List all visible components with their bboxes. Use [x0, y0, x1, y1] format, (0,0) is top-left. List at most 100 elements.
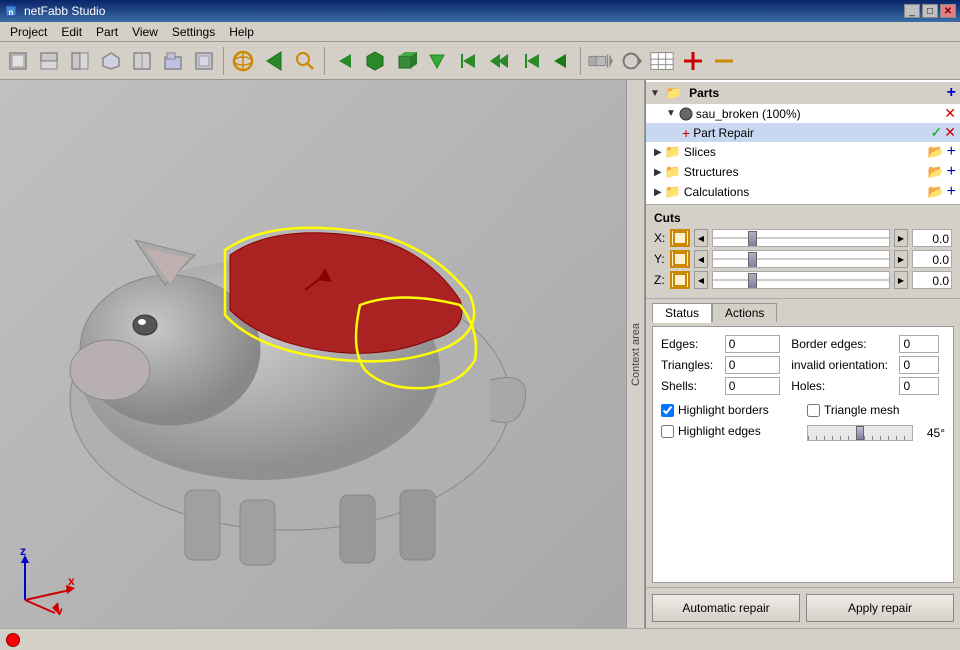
- viewport[interactable]: z y x Context area: [0, 80, 645, 628]
- nav-cube-button[interactable]: [392, 47, 420, 75]
- highlight-edges-checkbox[interactable]: [661, 425, 674, 438]
- cut-z-slider[interactable]: [712, 271, 890, 289]
- statusbar: [0, 628, 960, 650]
- calculations-open-icon[interactable]: 📂: [927, 184, 943, 200]
- nav-arrow-left3-button[interactable]: [485, 47, 513, 75]
- view-front-button[interactable]: [4, 47, 32, 75]
- sphere-button[interactable]: [229, 47, 257, 75]
- nav-hexagon-button[interactable]: [361, 47, 389, 75]
- menu-part[interactable]: Part: [90, 24, 124, 40]
- menu-settings[interactable]: Settings: [166, 24, 221, 40]
- highlight-borders-label[interactable]: Highlight borders: [678, 403, 769, 417]
- triangle-mesh-checkbox[interactable]: [807, 404, 820, 417]
- minimize-button[interactable]: _: [904, 4, 920, 18]
- cut-z-handle[interactable]: [748, 273, 757, 289]
- add-button[interactable]: [679, 47, 707, 75]
- triangle-left-button[interactable]: [260, 47, 288, 75]
- calculations-expand[interactable]: ▶: [654, 187, 662, 198]
- highlight-edges-label[interactable]: Highlight edges: [678, 424, 761, 438]
- nav-arrow-down-button[interactable]: [423, 47, 451, 75]
- parts-expand[interactable]: ▼: [650, 88, 660, 99]
- cuts-section: Cuts X: ◀ ▶ 0.0 Y:: [646, 205, 960, 299]
- cut-y-right-arrow[interactable]: ▶: [894, 250, 908, 268]
- cut-x-button[interactable]: [670, 229, 690, 247]
- shells-value[interactable]: [725, 377, 780, 395]
- triangles-label: Triangles:: [661, 358, 719, 372]
- slices-open-icon[interactable]: 📂: [927, 144, 943, 160]
- parts-add-icon[interactable]: +: [947, 84, 956, 102]
- border-edges-value[interactable]: [899, 335, 939, 353]
- view-bottom-button[interactable]: [190, 47, 218, 75]
- cut-y-handle[interactable]: [748, 252, 757, 268]
- nav-arrow-left5-button[interactable]: [547, 47, 575, 75]
- angle-slider[interactable]: [807, 425, 913, 441]
- view-side-button[interactable]: [66, 47, 94, 75]
- menu-view[interactable]: View: [126, 24, 164, 40]
- holes-value[interactable]: [899, 377, 939, 395]
- menu-project[interactable]: Project: [4, 24, 53, 40]
- repair-remove-icon[interactable]: ✕: [944, 124, 956, 141]
- view-left-button[interactable]: [128, 47, 156, 75]
- slices-item[interactable]: ▶ 📁 Slices 📂 +: [646, 142, 960, 162]
- tab-status[interactable]: Status: [652, 303, 712, 323]
- view-top-button[interactable]: [35, 47, 63, 75]
- apply-repair-button[interactable]: Apply repair: [806, 594, 954, 622]
- svg-text:n: n: [9, 8, 14, 17]
- tab-actions[interactable]: Actions: [712, 303, 777, 322]
- holes-label: Holes:: [791, 379, 893, 393]
- part-repair-item[interactable]: + Part Repair ✓ ✕: [646, 123, 960, 142]
- window-controls: _ □ ✕: [904, 4, 956, 18]
- rotate-button[interactable]: [617, 47, 645, 75]
- nav-left-button[interactable]: [330, 47, 358, 75]
- grid-button[interactable]: [648, 47, 676, 75]
- cut-z-left-arrow[interactable]: ◀: [694, 271, 708, 289]
- cut-x-left-arrow[interactable]: ◀: [694, 229, 708, 247]
- menubar: Project Edit Part View Settings Help: [0, 22, 960, 42]
- view-iso-button[interactable]: [97, 47, 125, 75]
- invalid-orientation-value[interactable]: [899, 356, 939, 374]
- cut-row-x: X: ◀ ▶ 0.0: [654, 229, 952, 247]
- nav-arrow-left4-button[interactable]: [516, 47, 544, 75]
- view-right-button[interactable]: [159, 47, 187, 75]
- cut-z-button[interactable]: [670, 271, 690, 289]
- cut-y-left-arrow[interactable]: ◀: [694, 250, 708, 268]
- calculations-add-icon[interactable]: +: [947, 183, 956, 201]
- cut-x-label: X:: [654, 231, 666, 245]
- menu-help[interactable]: Help: [223, 24, 260, 40]
- cut-x-handle[interactable]: [748, 231, 757, 247]
- cut-y-button[interactable]: [670, 250, 690, 268]
- slices-expand[interactable]: ▶: [654, 147, 662, 158]
- structures-item[interactable]: ▶ 📁 Structures 📂 +: [646, 162, 960, 182]
- maximize-button[interactable]: □: [922, 4, 938, 18]
- search-button[interactable]: [291, 47, 319, 75]
- angle-value: 45°: [917, 426, 945, 440]
- merge-button[interactable]: [586, 47, 614, 75]
- triangles-value[interactable]: [725, 356, 780, 374]
- part-item-sau-broken[interactable]: ▼ sau_broken (100%) ✕: [646, 104, 960, 123]
- slices-folder-icon: 📁: [665, 144, 681, 160]
- cut-row-z: Z: ◀ ▶ 0.0: [654, 271, 952, 289]
- structures-expand[interactable]: ▶: [654, 167, 662, 178]
- automatic-repair-button[interactable]: Automatic repair: [652, 594, 800, 622]
- cut-y-slider[interactable]: [712, 250, 890, 268]
- close-button[interactable]: ✕: [940, 4, 956, 18]
- slices-add-icon[interactable]: +: [947, 143, 956, 161]
- part-remove-icon[interactable]: ✕: [944, 105, 956, 122]
- triangle-mesh-label[interactable]: Triangle mesh: [824, 403, 900, 417]
- nav-arrow-left2-button[interactable]: [454, 47, 482, 75]
- menu-edit[interactable]: Edit: [55, 24, 88, 40]
- calculations-folder-icon: 📁: [665, 184, 681, 200]
- cut-x-slider[interactable]: [712, 229, 890, 247]
- structures-open-icon[interactable]: 📂: [927, 164, 943, 180]
- highlight-borders-row: Highlight borders: [661, 403, 799, 417]
- minus-button[interactable]: [710, 47, 738, 75]
- part-expand[interactable]: ▼: [666, 108, 676, 119]
- angle-slider-thumb[interactable]: [856, 426, 864, 440]
- edges-value[interactable]: [725, 335, 780, 353]
- cut-x-right-arrow[interactable]: ▶: [894, 229, 908, 247]
- highlight-borders-checkbox[interactable]: [661, 404, 674, 417]
- structures-add-icon[interactable]: +: [947, 163, 956, 181]
- calculations-item[interactable]: ▶ 📁 Calculations 📂 +: [646, 182, 960, 202]
- cut-z-right-arrow[interactable]: ▶: [894, 271, 908, 289]
- repair-ok-icon[interactable]: ✓: [931, 124, 943, 141]
